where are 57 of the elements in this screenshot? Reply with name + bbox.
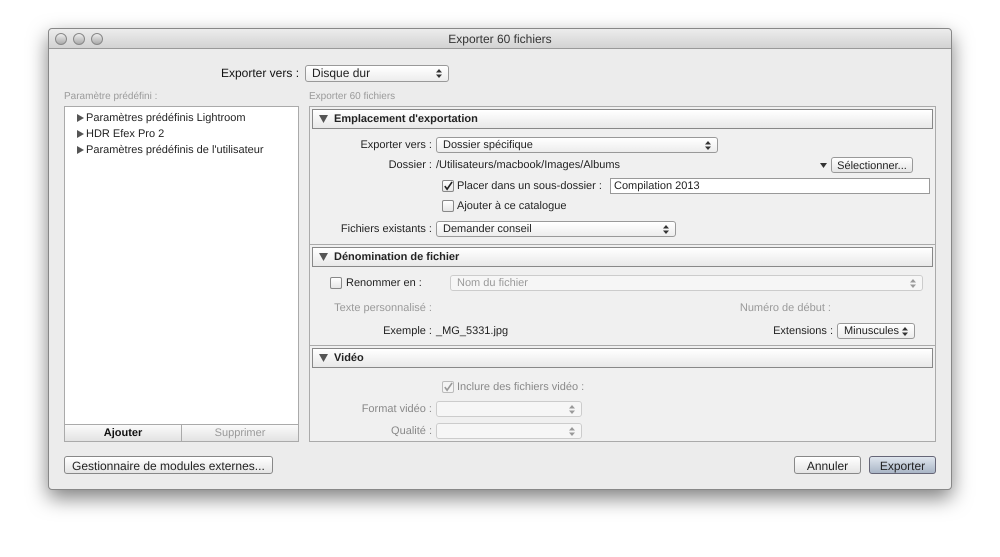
dropdown-arrow-icon[interactable] xyxy=(820,162,827,168)
disclosure-triangle-icon[interactable] xyxy=(319,115,328,123)
checkbox[interactable] xyxy=(442,180,454,192)
field-label: Qualité : xyxy=(390,424,433,439)
dropdown[interactable]: Demander conseil xyxy=(436,221,676,237)
dropdown[interactable]: Minuscules xyxy=(837,323,915,339)
preset-folder[interactable]: Paramètres prédéfinis Lightroom xyxy=(77,110,298,126)
field-label: Dossier : xyxy=(388,158,433,173)
disclosure-triangle-icon[interactable] xyxy=(77,146,84,154)
section-title: Emplacement d'exportation xyxy=(334,112,478,127)
field-label: Exporter vers : xyxy=(359,138,433,153)
window-title: Exporter 60 fichiers xyxy=(448,30,552,48)
export-button[interactable]: Exporter xyxy=(869,456,936,474)
stepper-arrows-icon xyxy=(705,140,711,150)
stepper-arrows-icon xyxy=(910,278,916,288)
section-title: Vidéo xyxy=(334,350,364,366)
field-label: Fichiers existants : xyxy=(340,222,433,237)
cancel-button[interactable]: Annuler xyxy=(794,456,861,474)
field-label: Exemple : xyxy=(382,324,433,339)
checkbox[interactable] xyxy=(442,200,454,212)
disclosure-triangle-icon[interactable] xyxy=(77,114,84,122)
dropdown[interactable]: Disque dur xyxy=(305,64,450,82)
stepper-arrows-icon xyxy=(569,426,575,436)
column-label: Paramètre prédéfini : xyxy=(64,92,158,104)
window-control-icon[interactable] xyxy=(55,32,67,44)
stepper-arrows-icon xyxy=(569,404,575,414)
select-button[interactable]: Sélectionner... xyxy=(831,157,913,173)
dropdown[interactable]: Dossier spécifique xyxy=(436,137,718,153)
add-button[interactable]: Ajouter xyxy=(65,425,181,441)
preset-folder[interactable]: Paramètres prédéfinis de l'utilisateur xyxy=(77,142,298,158)
plugin-manager-button[interactable]: Gestionnaire de modules externes... xyxy=(64,456,273,474)
subfolder-field[interactable]: Compilation 2013 xyxy=(610,178,930,194)
disclosure-triangle-icon[interactable] xyxy=(319,354,328,362)
checkbox-label: Inclure des fichiers vidéo : xyxy=(457,380,584,395)
example-filename: _MG_5331.jpg xyxy=(436,324,508,339)
window-control-icon[interactable] xyxy=(91,32,103,44)
checkbox-label: Renommer en : xyxy=(346,276,423,291)
stepper-arrows-icon xyxy=(436,68,442,78)
checkbox-label: Placer dans un sous-dossier : xyxy=(457,178,603,194)
column-label: Exporter 60 fichiers xyxy=(309,92,396,104)
disclosure-triangle-icon[interactable] xyxy=(77,130,84,138)
section-header[interactable]: Vidéo xyxy=(312,348,933,368)
disclosure-triangle-icon[interactable] xyxy=(319,253,328,261)
section-header[interactable]: Dénomination de fichier xyxy=(312,247,933,267)
window-control-icon[interactable] xyxy=(73,32,85,44)
preset-folder[interactable]: HDR Efex Pro 2 xyxy=(77,126,298,142)
field-label: Numéro de début : xyxy=(740,300,831,316)
section-header[interactable]: Emplacement d'exportation xyxy=(312,109,933,129)
field-label: Texte personnalisé : xyxy=(333,300,433,316)
section-title: Dénomination de fichier xyxy=(334,250,460,265)
field-label: Format vidéo : xyxy=(360,402,433,417)
field-label: Extensions : xyxy=(773,324,833,339)
checkbox-label: Ajouter à ce catalogue xyxy=(457,198,566,214)
folder-path: /Utilisateurs/macbook/Images/Albums xyxy=(436,158,620,173)
field-label: Exporter vers : xyxy=(221,65,300,82)
stepper-arrows-icon xyxy=(902,326,908,336)
stepper-arrows-icon xyxy=(663,224,669,234)
